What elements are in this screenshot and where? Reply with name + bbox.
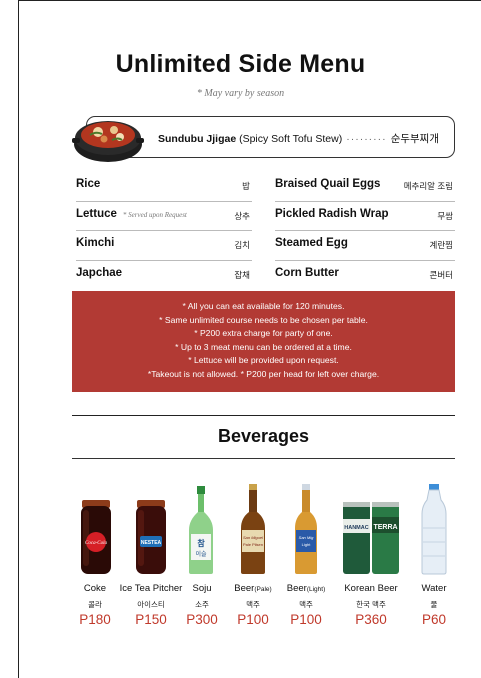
svg-text:NESTEA: NESTEA xyxy=(141,540,162,546)
menu-item-note: * Served upon Request xyxy=(122,210,187,219)
menu-item-korean: 무쌈 xyxy=(437,210,453,221)
notice-line: * P200 extra charge for party of one. xyxy=(194,328,333,339)
divider-line xyxy=(72,415,455,417)
svg-text:이슬: 이슬 xyxy=(195,550,207,558)
svg-text:San Mig: San Mig xyxy=(299,535,314,540)
season-note: * May vary by season xyxy=(196,88,285,99)
menu-item-korean: 김치 xyxy=(234,240,250,250)
svg-text:Light: Light xyxy=(302,542,312,547)
pale-beer-bottle-icon: San Miguel Pale Pilsen xyxy=(238,484,268,576)
menu-item-name: Japchae xyxy=(76,266,123,279)
menu-item-korean: 메추리알 조림 xyxy=(403,181,453,191)
light-beer-bottle-icon: San Mig Light xyxy=(291,484,321,576)
svg-text:Coca-Cola: Coca-Cola xyxy=(85,541,107,546)
menu-item-name: Lettuce * Served upon Request xyxy=(76,207,187,220)
beverage-name: Water xyxy=(421,583,447,594)
featured-item-name: Sundubu Jjigae (Spicy Soft Tofu Stew) ···… xyxy=(158,133,439,145)
menu-item-name: Corn Butter xyxy=(275,266,339,279)
menu-row: Steamed Egg 계란찜 xyxy=(275,231,455,261)
ice-tea-jar-icon: NESTEA xyxy=(133,484,169,576)
menu-row: Lettuce * Served upon Request 상추 xyxy=(76,202,252,231)
side-menu-left-column: Rice 밥 Lettuce * Served upon Request 상추 Kimch… xyxy=(76,172,252,290)
water-bottle-icon xyxy=(418,484,450,576)
svg-text:San Miguel: San Miguel xyxy=(243,535,263,540)
notice-line: *Takeout is not allowed. * P200 per head… xyxy=(147,368,380,379)
menu-row: Pickled Radish Wrap 무쌈 xyxy=(275,202,455,231)
menu-item-korean: 콘버터 xyxy=(429,269,453,280)
divider-line xyxy=(72,458,455,459)
notice-line: * Lettuce will be provided upon request. xyxy=(188,355,339,366)
menu-item-korean: 상추 xyxy=(234,210,250,221)
menu-row: Kimchi 김치 xyxy=(76,231,252,261)
menu-row: Japchae 잡채 xyxy=(76,261,252,291)
page-title: Unlimited Side Menu xyxy=(115,50,366,78)
menu-row: Braised Quail Eggs 메추리알 조림 xyxy=(275,172,455,202)
stew-pot-image xyxy=(72,121,144,162)
menu-item-korean: 잡채 xyxy=(234,269,250,280)
korean-beer-cans-icon: HANMAC TERRA xyxy=(340,484,402,576)
svg-text:HANMAC: HANMAC xyxy=(344,525,368,531)
svg-text:참: 참 xyxy=(197,538,205,548)
soju-bottle-icon: 참 이슬 xyxy=(186,484,216,576)
menu-item-korean: 계란찜 xyxy=(429,240,453,250)
menu-item-name: Rice xyxy=(76,178,101,190)
side-menu-right-column: Braised Quail Eggs 메추리알 조림 Pickled Radish … xyxy=(275,172,455,290)
beverage-price: P60 xyxy=(421,612,447,627)
svg-text:Pale Pilsen: Pale Pilsen xyxy=(243,542,263,547)
menu-item-korean: 밥 xyxy=(242,181,250,191)
coke-jar-icon: Coca-Cola xyxy=(78,484,114,576)
svg-text:TERRA: TERRA xyxy=(373,524,397,531)
notice-line: * Up to 3 meat menu can be ordered at a … xyxy=(175,341,352,352)
menu-row: Corn Butter 콘버터 xyxy=(275,261,455,291)
beverages-heading: Beverages xyxy=(217,426,310,446)
menu-item-name: Kimchi xyxy=(76,237,115,249)
menu-item-name: Braised Quail Eggs xyxy=(275,178,381,190)
notice-line: * Same unlimited course needs to be chos… xyxy=(159,314,368,325)
menu-row: Rice 밥 xyxy=(76,172,252,202)
menu-item-name: Pickled Radish Wrap xyxy=(275,207,389,220)
menu-item-name: Steamed Egg xyxy=(275,237,348,249)
notice-line: * All you can eat available for 120 minu… xyxy=(182,301,345,311)
beverage-korean: 물 xyxy=(430,600,438,609)
policy-notice-box: * All you can eat available for 120 minu… xyxy=(72,291,455,392)
